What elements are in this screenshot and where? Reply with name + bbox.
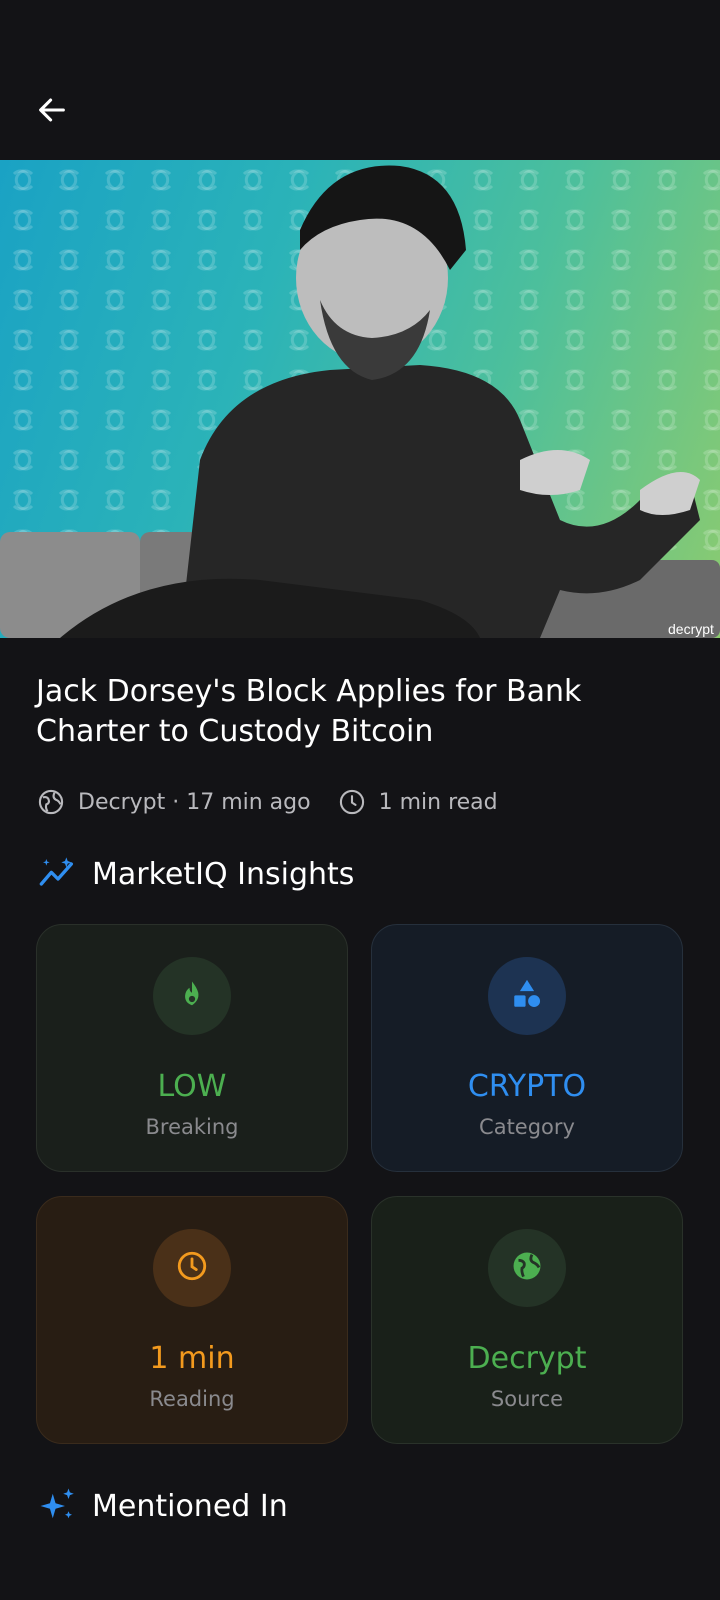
mentioned-heading-text: Mentioned In [92,1488,288,1524]
read-time-text: 1 min read [378,789,498,815]
insight-card-breaking[interactable]: LOW Breaking [36,924,348,1172]
insight-label: Reading [149,1387,235,1411]
shapes-icon [510,977,544,1015]
article-title: Jack Dorsey's Block Applies for Bank Cha… [36,674,582,749]
article-meta: Decrypt · 17 min ago 1 min read [36,784,498,820]
insight-icon-circle [153,957,231,1035]
sparkle-trend-icon [36,852,80,896]
insight-card-category[interactable]: CRYPTO Category [371,924,683,1172]
article-detail-screen: decrypt Jack Dorsey's Block Applies for … [0,0,720,1600]
top-bar [0,0,720,160]
insight-value: LOW [157,1069,227,1104]
insight-label: Breaking [145,1115,239,1139]
insight-card-source[interactable]: Decrypt Source [371,1196,683,1444]
insight-icon-circle [488,1229,566,1307]
clock-icon [337,787,367,817]
back-button[interactable] [24,84,80,140]
mentioned-heading: Mentioned In [36,1484,288,1528]
insight-label: Category [479,1115,575,1139]
hero-image: decrypt [0,160,720,638]
insight-icon-circle [488,957,566,1035]
watermark-text: decrypt [668,621,714,637]
insight-card-reading[interactable]: 1 min Reading [36,1196,348,1444]
source-time-text: Decrypt · 17 min ago [78,789,311,815]
insight-value: CRYPTO [467,1069,587,1104]
sparkles-icon [36,1484,80,1528]
insight-value: 1 min [149,1341,235,1376]
arrow-left-icon [35,93,69,131]
globe-icon [36,787,66,817]
insights-heading-text: MarketIQ Insights [92,856,355,892]
insights-heading: MarketIQ Insights [36,852,354,896]
flame-icon [177,979,207,1013]
insight-value: Decrypt [467,1341,587,1376]
clock-icon [175,1249,209,1287]
insight-icon-circle [153,1229,231,1307]
insight-label: Source [490,1387,564,1411]
globe-icon [510,1249,544,1287]
